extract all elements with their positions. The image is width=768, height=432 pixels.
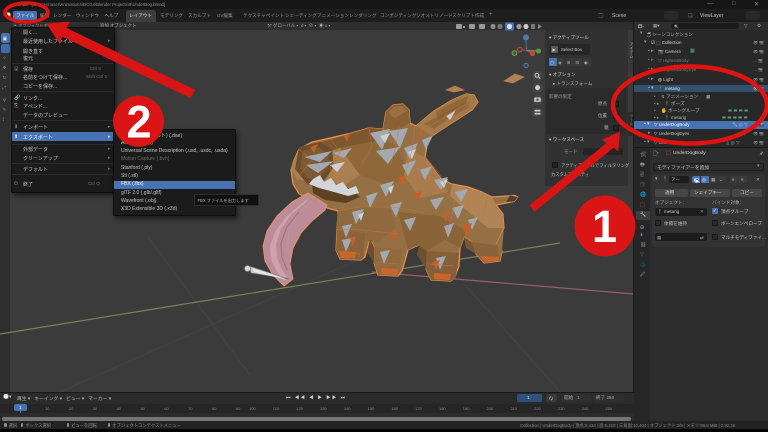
svg-text:1: 1 xyxy=(592,201,617,252)
svg-text:2: 2 xyxy=(126,97,151,148)
